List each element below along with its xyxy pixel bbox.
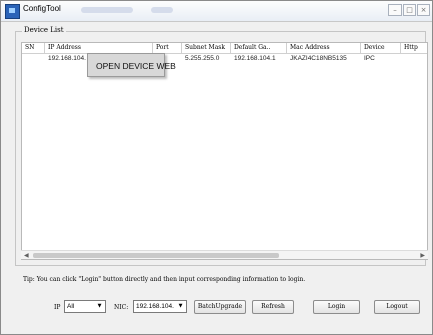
nic-select[interactable]: 192.168.104. ▼ bbox=[133, 300, 187, 313]
column-header-sn[interactable]: SN bbox=[22, 43, 45, 53]
logout-button[interactable]: Logout bbox=[374, 300, 420, 314]
ip-filter-label: IP bbox=[54, 304, 61, 311]
nic-value: 192.168.104. bbox=[136, 303, 174, 310]
column-header-gateway[interactable]: Default Ga.. bbox=[231, 43, 287, 53]
table-row[interactable]: 192.168.104. 5.255.255.0 192.168.104.1 J… bbox=[22, 54, 427, 63]
column-header-port[interactable]: Port bbox=[153, 43, 182, 53]
cell-subnet: 5.255.255.0 bbox=[185, 55, 220, 62]
cell-mac: JKAZI4C18NB5135 bbox=[290, 55, 347, 62]
dropdown-arrow-icon[interactable]: ▼ bbox=[95, 302, 104, 311]
window-title: ConfigTool bbox=[23, 4, 61, 13]
column-header-http[interactable]: Http bbox=[401, 43, 427, 53]
maximize-button[interactable]: □ bbox=[403, 4, 416, 16]
cell-device: IPC bbox=[364, 55, 375, 62]
column-header-ip[interactable]: IP Address bbox=[45, 43, 153, 53]
tip-text: Tip: You can click "Login" button direct… bbox=[23, 276, 306, 283]
horizontal-scrollbar[interactable]: ◀ ▶ bbox=[21, 250, 428, 259]
minimize-button[interactable]: – bbox=[388, 4, 402, 16]
cell-sn bbox=[22, 54, 45, 63]
table-header: SN IP Address Port Subnet Mask Default G… bbox=[22, 43, 427, 54]
column-header-subnet[interactable]: Subnet Mask bbox=[182, 43, 231, 53]
scrollbar-thumb[interactable] bbox=[33, 253, 279, 258]
device-list-label: Device List bbox=[22, 26, 66, 34]
nic-label: NIC: bbox=[114, 304, 129, 311]
refresh-button[interactable]: Refresh bbox=[252, 300, 294, 314]
context-menu: OPEN DEVICE WEB bbox=[87, 53, 176, 77]
blurred-title-segment bbox=[81, 7, 133, 13]
app-icon bbox=[5, 4, 20, 19]
column-header-device[interactable]: Device bbox=[361, 43, 401, 53]
scroll-left-arrow-icon[interactable]: ◀ bbox=[24, 252, 29, 259]
blurred-title-segment bbox=[151, 7, 173, 13]
ip-filter-select[interactable]: All ▼ bbox=[64, 300, 106, 313]
login-button[interactable]: Login bbox=[313, 300, 360, 314]
scroll-right-arrow-icon[interactable]: ▶ bbox=[420, 252, 425, 259]
cell-gateway: 192.168.104.1 bbox=[234, 55, 276, 62]
dropdown-arrow-icon[interactable]: ▼ bbox=[176, 302, 185, 311]
device-table[interactable]: SN IP Address Port Subnet Mask Default G… bbox=[21, 42, 428, 260]
open-device-web-item[interactable]: OPEN DEVICE WEB bbox=[96, 61, 176, 71]
ip-filter-value: All bbox=[67, 303, 75, 310]
close-button[interactable]: × bbox=[417, 4, 430, 16]
title-bar: ConfigTool – □ × bbox=[1, 1, 432, 22]
cell-http bbox=[401, 54, 427, 63]
batch-upgrade-button[interactable]: BatchUpgrade bbox=[194, 300, 246, 314]
column-header-mac[interactable]: Mac Address bbox=[287, 43, 361, 53]
